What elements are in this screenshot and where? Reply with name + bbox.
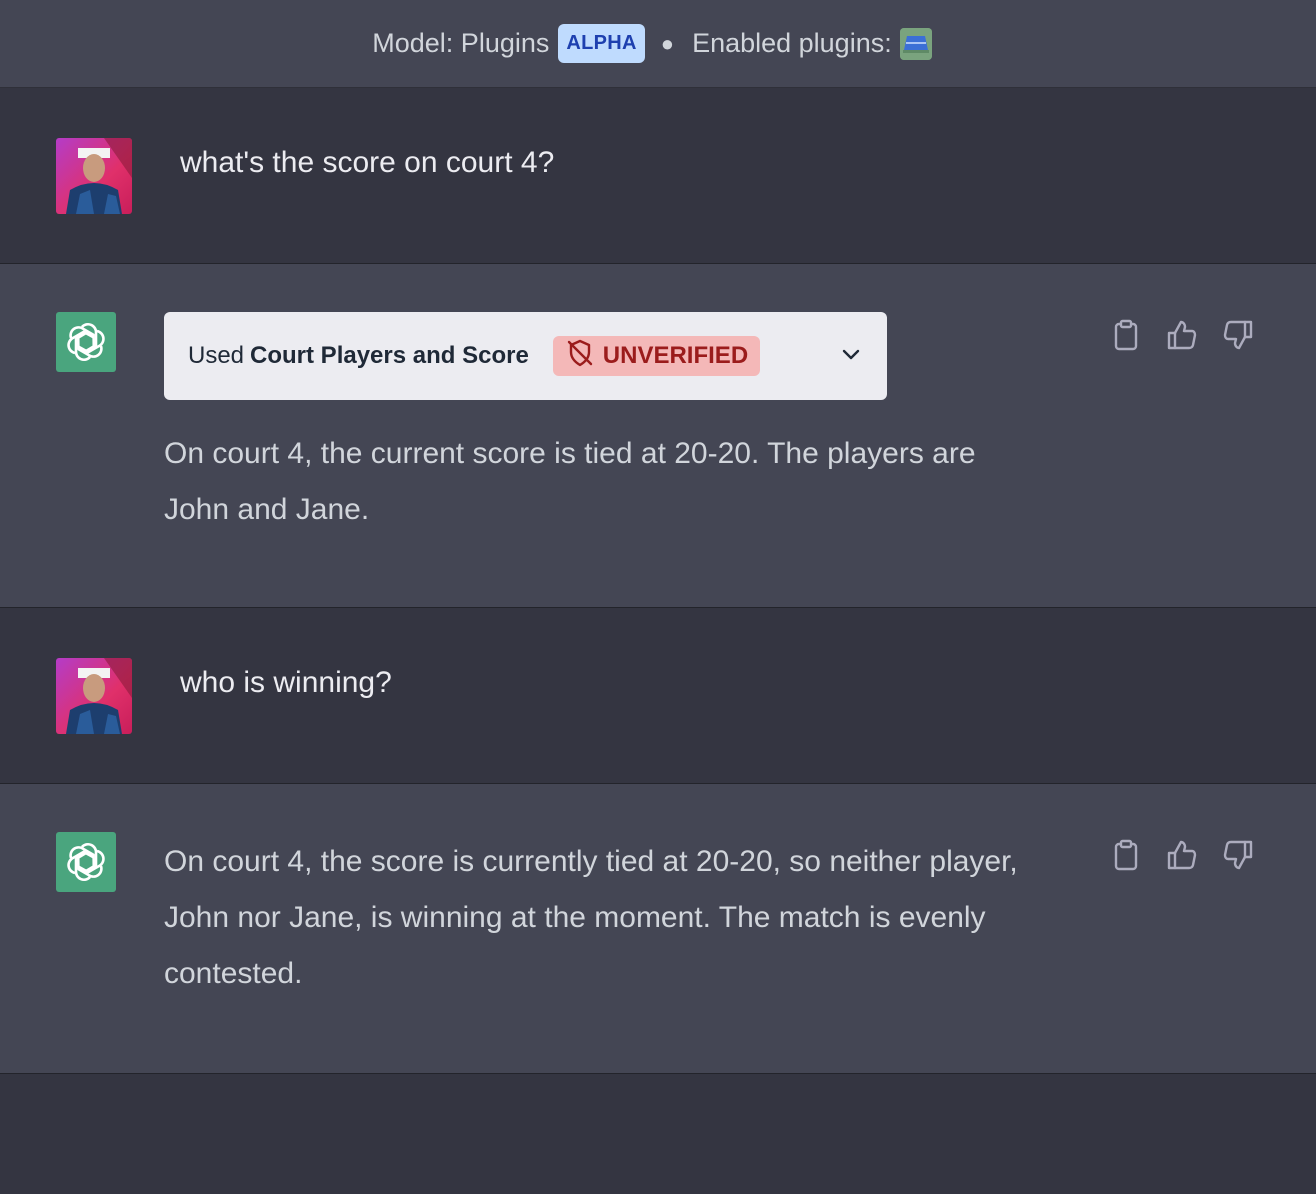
user-message-row: who is winning? [0,608,1316,784]
assistant-message-row: On court 4, the score is currently tied … [0,784,1316,1074]
court-plugin-icon [899,27,932,60]
user-avatar [56,658,132,734]
thumbs-up-icon[interactable] [1166,318,1198,352]
clipboard-icon[interactable] [1110,838,1142,872]
model-label: Model: Plugins [372,28,550,58]
unverified-badge: UNVERIFIED [552,336,761,376]
plugin-call-box[interactable]: Used Court Players and Score UNVERIFIED [164,312,887,400]
user-message-text: who is winning? [180,666,392,699]
user-message-row: what's the score on court 4? [0,88,1316,264]
chatgpt-logo-icon [56,832,116,892]
separator-dot: ● [660,30,675,56]
user-avatar [56,138,132,214]
clipboard-icon[interactable] [1110,318,1142,352]
alpha-badge: ALPHA [558,24,645,63]
assistant-message-text: On court 4, the current score is tied at… [164,437,976,526]
message-actions [1110,318,1278,352]
bottom-spacer [0,1074,1316,1194]
shield-off-icon [565,338,603,375]
thumbs-down-icon[interactable] [1222,318,1254,352]
model-header: Model: Plugins ALPHA ● Enabled plugins: [0,0,1316,88]
thumbs-down-icon[interactable] [1222,838,1254,872]
message-actions [1110,838,1278,872]
plugin-used-label: Used [188,342,245,369]
user-message-text: what's the score on court 4? [180,146,555,179]
unverified-label: UNVERIFIED [602,342,749,369]
assistant-message-row: Used Court Players and Score UNVERIFIED … [0,264,1316,608]
enabled-plugins-label: Enabled plugins: [692,28,892,58]
thumbs-up-icon[interactable] [1166,838,1198,872]
assistant-message-text: On court 4, the score is currently tied … [164,845,1018,990]
plugin-name: Court Players and Score [250,342,529,369]
chatgpt-logo-icon [56,312,116,372]
chevron-down-icon[interactable] [841,344,861,372]
